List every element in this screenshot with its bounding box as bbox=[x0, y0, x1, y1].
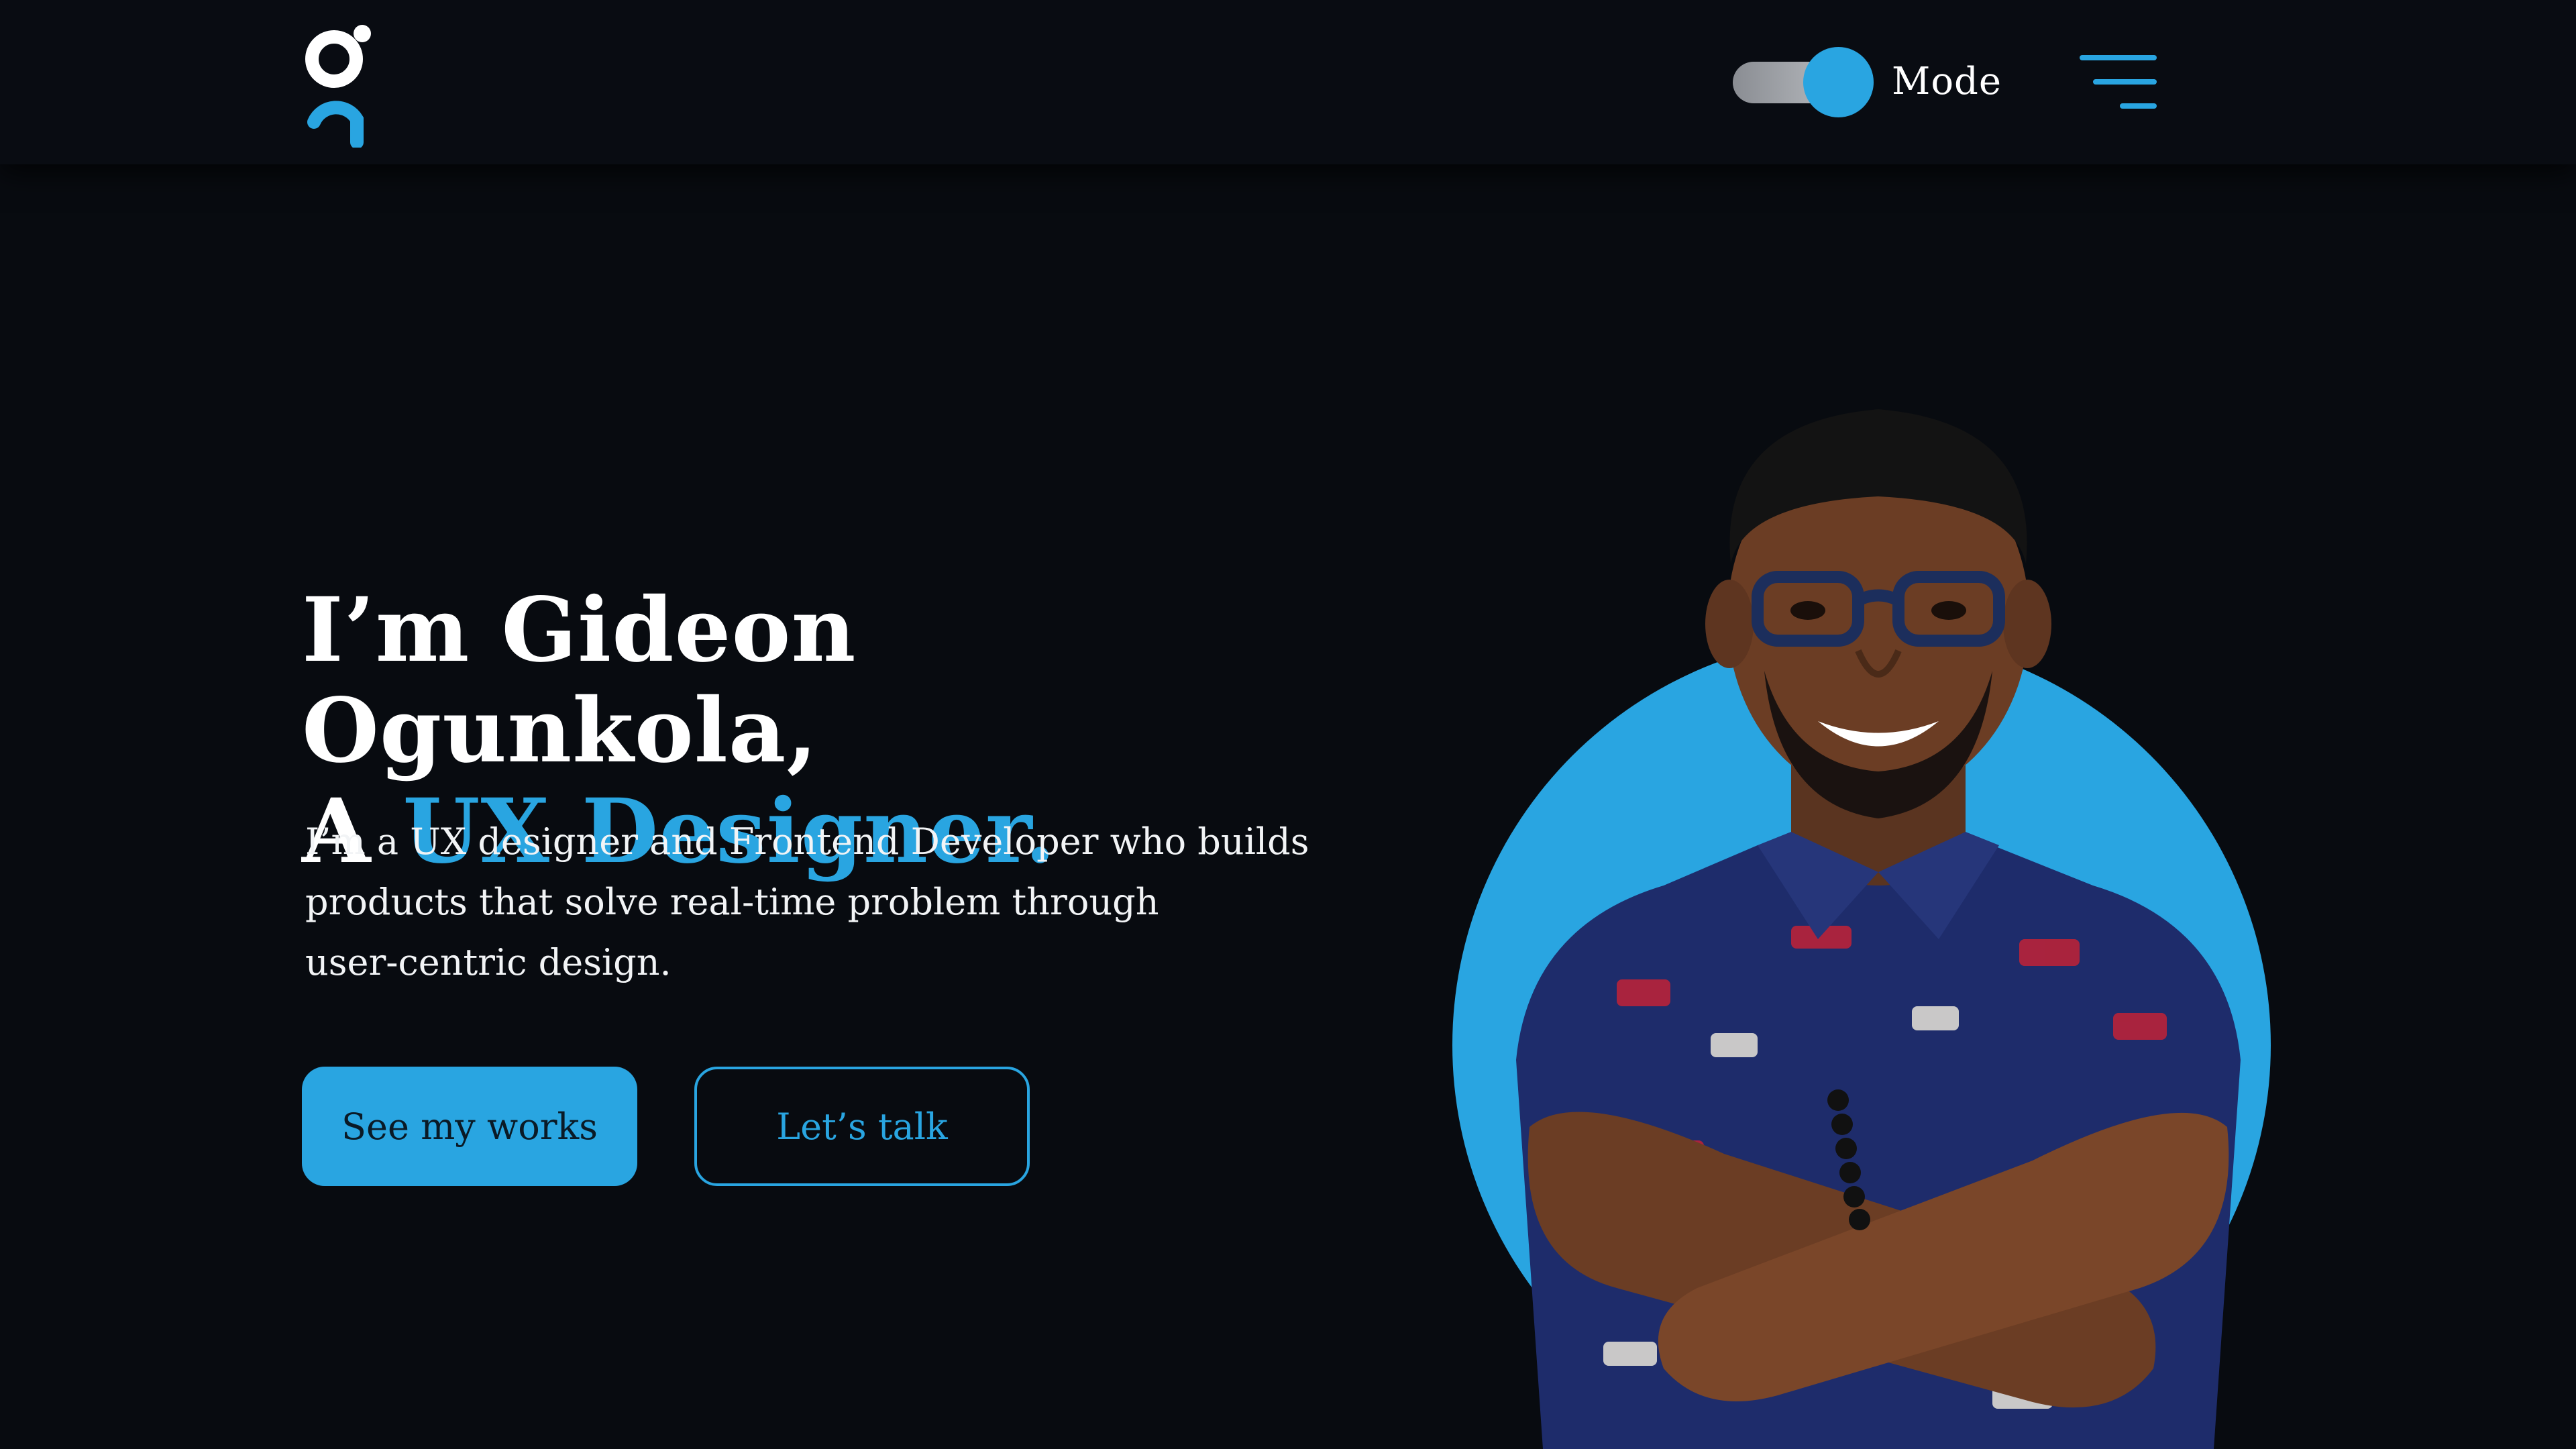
hamburger-menu-icon[interactable] bbox=[2080, 48, 2157, 115]
menu-bar-bottom bbox=[2120, 103, 2157, 109]
see-my-works-button[interactable]: See my works bbox=[302, 1067, 637, 1186]
lets-talk-button[interactable]: Let’s talk bbox=[694, 1067, 1030, 1186]
toggle-knob bbox=[1803, 47, 1874, 117]
profile-photo bbox=[1516, 409, 2241, 1449]
hero-title-line1: I’m Gideon Ogunkola, bbox=[302, 578, 857, 783]
hero-description: I’m a UX designer and Frontend Developer… bbox=[305, 812, 1311, 993]
dark-mode-toggle[interactable] bbox=[1733, 47, 1874, 117]
g-logo-icon[interactable] bbox=[302, 20, 376, 148]
site-header: Mode bbox=[0, 0, 2576, 164]
hero-description-line3: user-centric design. bbox=[305, 941, 672, 983]
hero-description-line2: products that solve real-time problem th… bbox=[305, 881, 1159, 923]
menu-bar-top bbox=[2080, 55, 2157, 60]
mode-label: Mode bbox=[1892, 60, 2002, 103]
portfolio-page: Mode I’m Gideon Ogunkola, A UX Designer.… bbox=[0, 0, 2576, 1449]
hero-description-line1: I’m a UX designer and Frontend Developer… bbox=[305, 820, 1309, 863]
menu-bar-middle bbox=[2093, 79, 2157, 85]
